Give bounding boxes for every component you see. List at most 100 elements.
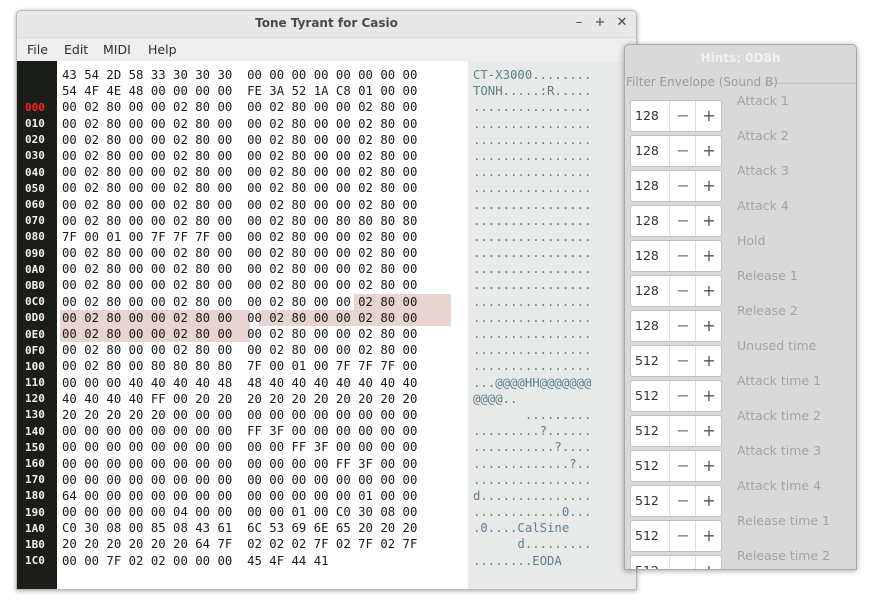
hex-row[interactable]: 00 02 80 00 00 02 80 00 00 02 80 00 00 0… xyxy=(62,294,417,310)
ascii-row[interactable]: ........EODA xyxy=(473,553,591,569)
spinbox-value[interactable]: 512 xyxy=(635,563,659,569)
hex-row[interactable]: 20 20 20 20 20 00 00 00 00 00 00 00 00 0… xyxy=(62,407,417,423)
spinbox-value[interactable]: 128 xyxy=(635,143,659,158)
hex-row[interactable]: C0 30 08 00 85 08 43 61 6C 53 69 6E 65 2… xyxy=(62,520,417,536)
spinbox-value[interactable]: 512 xyxy=(635,528,659,543)
maximize-icon[interactable]: + xyxy=(591,14,609,32)
ascii-row[interactable]: ................ xyxy=(473,310,591,326)
decrement-icon[interactable]: − xyxy=(669,276,696,306)
spinbox-value[interactable]: 512 xyxy=(635,423,659,438)
ascii-row[interactable]: ................ xyxy=(473,148,591,164)
increment-icon[interactable]: + xyxy=(695,381,722,411)
increment-icon[interactable]: + xyxy=(695,521,722,551)
ascii-row[interactable]: ................ xyxy=(473,99,591,115)
hex-row[interactable]: 00 02 80 00 00 02 80 00 00 02 80 00 00 0… xyxy=(62,116,417,132)
hex-row[interactable]: 00 02 80 00 00 02 80 00 00 02 80 00 00 0… xyxy=(62,180,417,196)
hex-row[interactable]: 00 02 80 00 00 02 80 00 00 02 80 00 00 0… xyxy=(62,326,417,342)
hex-bytes[interactable]: 43 54 2D 58 33 30 30 30 00 00 00 00 00 0… xyxy=(62,67,417,569)
ascii-row[interactable]: ......... xyxy=(473,407,592,423)
hex-row[interactable]: 00 02 80 00 00 02 80 00 00 02 80 00 00 0… xyxy=(62,164,417,180)
ascii-text[interactable]: CT-X3000........ TONH.....:R.............… xyxy=(473,67,591,569)
decrement-icon[interactable]: − xyxy=(669,556,696,569)
value-spinbox[interactable]: 128− + xyxy=(630,170,722,202)
spinbox-value[interactable]: 128 xyxy=(635,318,659,333)
increment-icon[interactable]: + xyxy=(695,311,722,341)
value-spinbox[interactable]: 128− + xyxy=(630,310,722,342)
ascii-row[interactable]: ................ xyxy=(473,213,591,229)
decrement-icon[interactable]: − xyxy=(669,171,696,201)
ascii-row[interactable]: .............?.. xyxy=(473,456,591,472)
menu-edit[interactable]: Edit xyxy=(64,38,88,57)
ascii-row[interactable]: .0....CalSine xyxy=(473,520,591,536)
ascii-row[interactable]: ................ xyxy=(473,342,591,358)
hex-editor[interactable]: 000 010 020 030 040 050 060 070 080 090 0A0 0B0 0C0 0… xyxy=(17,61,636,589)
value-spinbox[interactable]: 512 −+ xyxy=(630,555,722,569)
hex-row[interactable]: 00 02 80 00 00 02 80 00 00 02 80 00 00 0… xyxy=(62,148,417,164)
ascii-row[interactable]: ................ xyxy=(473,358,591,374)
increment-icon[interactable]: + xyxy=(695,171,722,201)
decrement-icon[interactable]: − xyxy=(669,346,696,376)
decrement-icon[interactable]: − xyxy=(669,451,696,481)
hex-row[interactable]: 20 20 20 20 20 20 64 7F 02 02 02 7F 02 7… xyxy=(62,536,417,552)
ascii-row[interactable]: ................ xyxy=(473,197,591,213)
hex-row[interactable]: 00 02 80 00 00 02 80 00 00 02 80 00 80 8… xyxy=(62,213,417,229)
close-icon[interactable]: ✕ xyxy=(613,14,631,32)
spinbox-value[interactable]: 512 xyxy=(635,388,659,403)
ascii-row[interactable]: ................ xyxy=(473,294,591,310)
ascii-row[interactable]: ................ xyxy=(473,472,591,488)
value-spinbox[interactable]: 128− + xyxy=(630,205,722,237)
ascii-row[interactable]: ................ xyxy=(473,277,591,293)
increment-icon[interactable]: + xyxy=(695,346,722,376)
hex-row[interactable]: 00 02 80 00 00 02 80 00 00 02 80 00 00 0… xyxy=(62,132,417,148)
value-spinbox[interactable]: 512−+ xyxy=(630,450,722,482)
ascii-row[interactable]: ...@@@@HH@@@@@@@ xyxy=(473,375,591,391)
hex-row[interactable]: 00 02 80 00 00 02 80 00 00 02 80 00 00 0… xyxy=(62,197,417,213)
value-spinbox[interactable]: 128− + xyxy=(630,135,722,167)
hex-row[interactable]: 00 00 00 00 00 00 00 00 00 00 00 00 FF 3… xyxy=(62,456,417,472)
ascii-row[interactable]: d............... xyxy=(473,488,591,504)
decrement-icon[interactable]: − xyxy=(669,136,696,166)
increment-icon[interactable]: + xyxy=(695,206,722,236)
hex-row[interactable]: 00 00 7F 02 02 00 00 00 45 4F 44 41 xyxy=(62,553,417,569)
hex-row[interactable]: 00 02 80 00 80 80 80 80 7F 00 01 00 7F 7… xyxy=(62,358,417,374)
hex-row[interactable]: 00 00 00 40 40 40 40 48 48 40 40 40 40 4… xyxy=(62,375,417,391)
ascii-row[interactable]: ................ xyxy=(473,180,591,196)
ascii-row[interactable]: ............0... xyxy=(473,504,591,520)
increment-icon[interactable]: + xyxy=(695,556,722,569)
hex-row[interactable]: 00 02 80 00 00 02 80 00 00 02 80 00 00 0… xyxy=(62,342,417,358)
hex-row[interactable]: 00 00 00 00 00 04 00 00 00 00 01 00 C0 3… xyxy=(62,504,417,520)
minimize-icon[interactable]: – xyxy=(570,14,588,32)
ascii-row[interactable]: ................ xyxy=(473,245,591,261)
decrement-icon[interactable]: − xyxy=(669,521,696,551)
value-spinbox[interactable]: 512−+ xyxy=(630,345,722,377)
hex-row[interactable]: 40 40 40 40 FF 00 20 20 20 20 20 20 20 2… xyxy=(62,391,417,407)
decrement-icon[interactable]: − xyxy=(669,241,696,271)
ascii-row[interactable]: ................ xyxy=(473,132,591,148)
decrement-icon[interactable]: − xyxy=(669,486,696,516)
ascii-row[interactable]: ................ xyxy=(473,326,591,342)
hex-row[interactable]: 00 02 80 00 00 02 80 00 00 02 80 00 00 0… xyxy=(62,261,417,277)
spinbox-value[interactable]: 128 xyxy=(635,283,659,298)
value-spinbox[interactable]: 128− + xyxy=(630,240,722,272)
hex-row[interactable]: 00 00 00 00 00 00 00 00 FF 3F 00 00 00 0… xyxy=(62,423,417,439)
ascii-row[interactable]: ...........?.... xyxy=(473,439,591,455)
increment-icon[interactable]: + xyxy=(695,276,722,306)
spinbox-value[interactable]: 128 xyxy=(635,248,659,263)
spinbox-value[interactable]: 512 xyxy=(635,353,659,368)
hints-title[interactable]: Hints: 0D8h xyxy=(625,45,856,71)
ascii-row[interactable]: CT-X3000........ xyxy=(473,67,591,83)
value-spinbox[interactable]: 128− + xyxy=(630,275,722,307)
hex-row[interactable]: 00 00 00 00 00 00 00 00 00 00 00 00 00 0… xyxy=(62,472,417,488)
menu-midi[interactable]: MIDI xyxy=(103,38,131,57)
ascii-row[interactable]: ................ xyxy=(473,229,591,245)
hex-row[interactable]: 00 02 80 00 00 02 80 00 00 02 80 00 00 0… xyxy=(62,277,417,293)
hex-row[interactable]: 54 4F 4E 48 00 00 00 00 FE 3A 52 1A C8 0… xyxy=(62,83,417,99)
decrement-icon[interactable]: − xyxy=(669,416,696,446)
value-spinbox[interactable]: 512−+ xyxy=(630,520,722,552)
decrement-icon[interactable]: − xyxy=(669,206,696,236)
hex-row[interactable]: 00 02 80 00 00 02 80 00 00 02 80 00 00 0… xyxy=(62,310,417,326)
ascii-row[interactable]: ................ xyxy=(473,261,591,277)
hex-row[interactable]: 00 02 80 00 00 02 80 00 00 02 80 00 00 0… xyxy=(62,245,417,261)
hex-row[interactable]: 00 00 00 00 00 00 00 00 00 00 FF 3F 00 0… xyxy=(62,439,417,455)
value-spinbox[interactable]: 512−+ xyxy=(630,380,722,412)
